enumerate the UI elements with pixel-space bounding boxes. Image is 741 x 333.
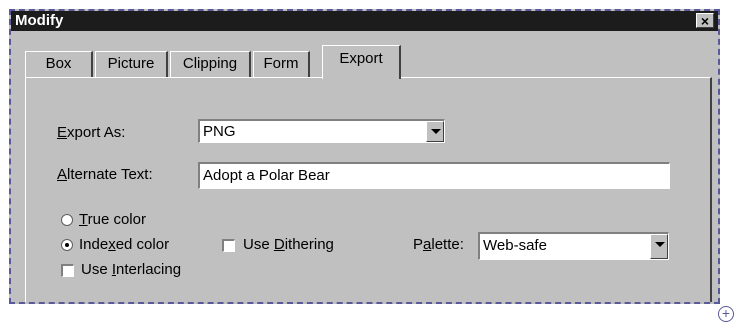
alternate-text-value: Adopt a Polar Bear bbox=[203, 167, 330, 184]
export-as-value: PNG bbox=[203, 123, 236, 140]
window-title: Modify bbox=[15, 12, 64, 29]
alternate-text-input[interactable]: Adopt a Polar Bear bbox=[198, 162, 670, 189]
tab-export[interactable]: Export bbox=[322, 45, 401, 79]
use-interlacing-checkbox[interactable] bbox=[61, 264, 74, 277]
palette-label: Palette: bbox=[413, 236, 464, 253]
use-dithering-checkbox[interactable] bbox=[222, 239, 235, 252]
export-as-dropdown-button[interactable] bbox=[426, 121, 444, 142]
tab-box[interactable]: Box bbox=[25, 51, 93, 77]
use-dithering-label: Use Dithering bbox=[243, 236, 334, 253]
tab-export-label: Export bbox=[339, 50, 383, 67]
indexed-color-radio[interactable] bbox=[61, 239, 73, 251]
tab-picture-label: Picture bbox=[107, 55, 155, 72]
true-color-radio[interactable] bbox=[61, 214, 73, 226]
palette-value: Web-safe bbox=[483, 237, 547, 254]
use-interlacing-label: Use Interlacing bbox=[81, 261, 182, 278]
export-as-select[interactable]: PNG bbox=[198, 119, 445, 143]
alternate-text-label: Alternate Text: bbox=[57, 166, 153, 183]
tab-form[interactable]: Form bbox=[253, 51, 310, 77]
tab-clipping-label: Clipping bbox=[182, 55, 238, 72]
true-color-label: True color bbox=[79, 211, 146, 228]
close-button[interactable]: × bbox=[696, 13, 714, 28]
palette-dropdown-button[interactable] bbox=[650, 234, 668, 259]
close-icon: × bbox=[700, 13, 710, 29]
title-bar: Modify × bbox=[11, 11, 718, 31]
tab-box-label: Box bbox=[45, 55, 72, 72]
modify-dialog: Modify × Box Picture Clipping Form Expor… bbox=[9, 9, 720, 304]
export-as-label: Export As: bbox=[57, 124, 126, 141]
palette-select[interactable]: Web-safe bbox=[478, 232, 669, 260]
tab-clipping[interactable]: Clipping bbox=[170, 51, 251, 77]
zoom-in-icon[interactable]: + bbox=[718, 306, 734, 322]
tab-form-label: Form bbox=[263, 55, 299, 72]
tab-picture[interactable]: Picture bbox=[95, 51, 168, 77]
indexed-color-label: Indexed color bbox=[79, 236, 170, 253]
